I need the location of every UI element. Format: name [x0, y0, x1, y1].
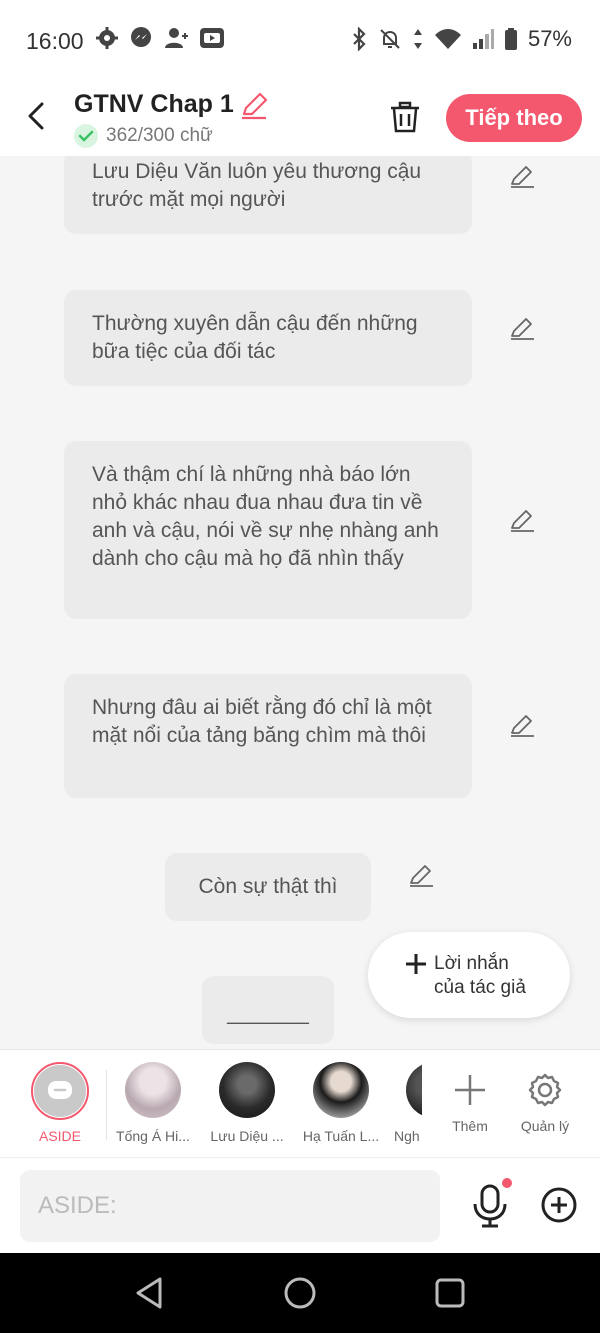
data-icon — [413, 29, 422, 49]
avatar — [406, 1062, 422, 1118]
battery-icon — [504, 28, 517, 50]
message-text: Lưu Diệu Văn luôn yêu thương cậu trước m… — [92, 160, 422, 211]
author-note-line2: của tác giả — [434, 977, 526, 998]
character-bar: ASIDE Tống Á Hi... Lưu Diệu ... Hạ Tuấn … — [0, 1049, 600, 1157]
chapter-header: GTNV Chap 1 362/300 chữ Tiếp theo — [0, 80, 600, 156]
character-name: Hạ Tuấn L... — [302, 1128, 380, 1144]
nav-recents-icon[interactable] — [432, 1275, 468, 1311]
back-icon[interactable] — [22, 98, 52, 134]
manage-button[interactable]: Quản lý — [500, 1062, 590, 1134]
edit-pencil-icon[interactable] — [508, 711, 536, 739]
video-icon — [200, 28, 224, 48]
wifi-icon — [434, 29, 461, 49]
avatar — [125, 1062, 181, 1118]
edit-pencil-icon[interactable] — [508, 314, 536, 342]
bluetooth-icon — [353, 27, 366, 51]
microphone-icon[interactable] — [470, 1184, 510, 1228]
plus-icon — [455, 1075, 485, 1105]
message-text: Nhưng đâu ai biết rằng đó chỉ là một mặt… — [92, 696, 432, 747]
page-title: GTNV Chap 1 — [74, 90, 234, 118]
chat-bubble-icon — [48, 1081, 72, 1099]
signal-icon — [472, 29, 494, 49]
input-bar — [0, 1157, 600, 1253]
nav-back-icon[interactable] — [132, 1275, 168, 1311]
character-item[interactable]: Hạ Tuấn L... — [296, 1062, 386, 1144]
message-bubble[interactable]: Còn sự thật thì — [165, 853, 371, 921]
message-bubble[interactable]: _______ — [202, 976, 334, 1044]
next-button[interactable]: Tiếp theo — [446, 94, 582, 142]
word-count-row: 362/300 chữ — [74, 124, 213, 148]
character-name: ASIDE — [38, 1128, 81, 1144]
edit-pencil-icon[interactable] — [508, 162, 536, 190]
status-bar: 16:00 57% — [0, 0, 600, 80]
message-text: Thường xuyên dẫn cậu đến những bữa tiệc … — [92, 312, 418, 363]
message-bubble[interactable]: Lưu Diệu Văn luôn yêu thương cậu trước m… — [64, 156, 472, 234]
edit-title-icon[interactable] — [238, 90, 270, 122]
message-list: Lưu Diệu Văn luôn yêu thương cậu trước m… — [0, 156, 600, 1049]
check-icon — [74, 124, 98, 148]
character-item[interactable]: Lưu Diệu ... — [202, 1062, 292, 1144]
character-name: Ngh — [394, 1128, 420, 1144]
message-bubble[interactable]: Nhưng đâu ai biết rằng đó chỉ là một mặt… — [64, 674, 472, 798]
message-text: Còn sự thật thì — [198, 875, 338, 898]
avatar — [219, 1062, 275, 1118]
trash-icon[interactable] — [388, 100, 422, 134]
message-text: _______ — [227, 1002, 309, 1025]
edit-pencil-icon[interactable] — [508, 506, 536, 534]
mute-icon — [380, 29, 400, 49]
person-add-icon — [165, 28, 188, 48]
character-aside[interactable]: ASIDE — [15, 1062, 105, 1144]
message-bubble[interactable]: Và thậm chí là những nhà báo lớn nhỏ khá… — [64, 441, 472, 619]
character-item[interactable]: Ngh — [390, 1062, 422, 1144]
gear-icon — [528, 1073, 562, 1107]
author-note-button[interactable]: Lời nhắn của tác giả — [368, 932, 570, 1018]
author-note-line1: Lời nhắn — [434, 953, 509, 974]
character-name: Tống Á Hi... — [116, 1128, 190, 1144]
plus-icon — [406, 954, 426, 974]
nav-home-icon[interactable] — [282, 1275, 318, 1311]
settings-icon — [96, 27, 118, 49]
message-text: Và thậm chí là những nhà báo lớn nhỏ khá… — [92, 463, 439, 570]
edit-pencil-icon[interactable] — [407, 861, 435, 889]
add-circle-icon[interactable] — [540, 1186, 578, 1224]
divider — [106, 1070, 107, 1140]
manage-label: Quản lý — [520, 1118, 570, 1134]
message-input[interactable] — [20, 1170, 440, 1242]
character-item[interactable]: Tống Á Hi... — [108, 1062, 198, 1144]
character-name: Lưu Diệu ... — [210, 1128, 284, 1144]
notification-dot — [502, 1178, 512, 1188]
messenger-icon — [131, 27, 151, 47]
message-bubble[interactable]: Thường xuyên dẫn cậu đến những bữa tiệc … — [64, 290, 472, 386]
battery-percent: 57% — [527, 26, 572, 51]
avatar — [313, 1062, 369, 1118]
word-count: 362/300 chữ — [106, 125, 213, 146]
system-nav-bar — [0, 1253, 600, 1333]
status-time: 16:00 — [26, 28, 84, 54]
